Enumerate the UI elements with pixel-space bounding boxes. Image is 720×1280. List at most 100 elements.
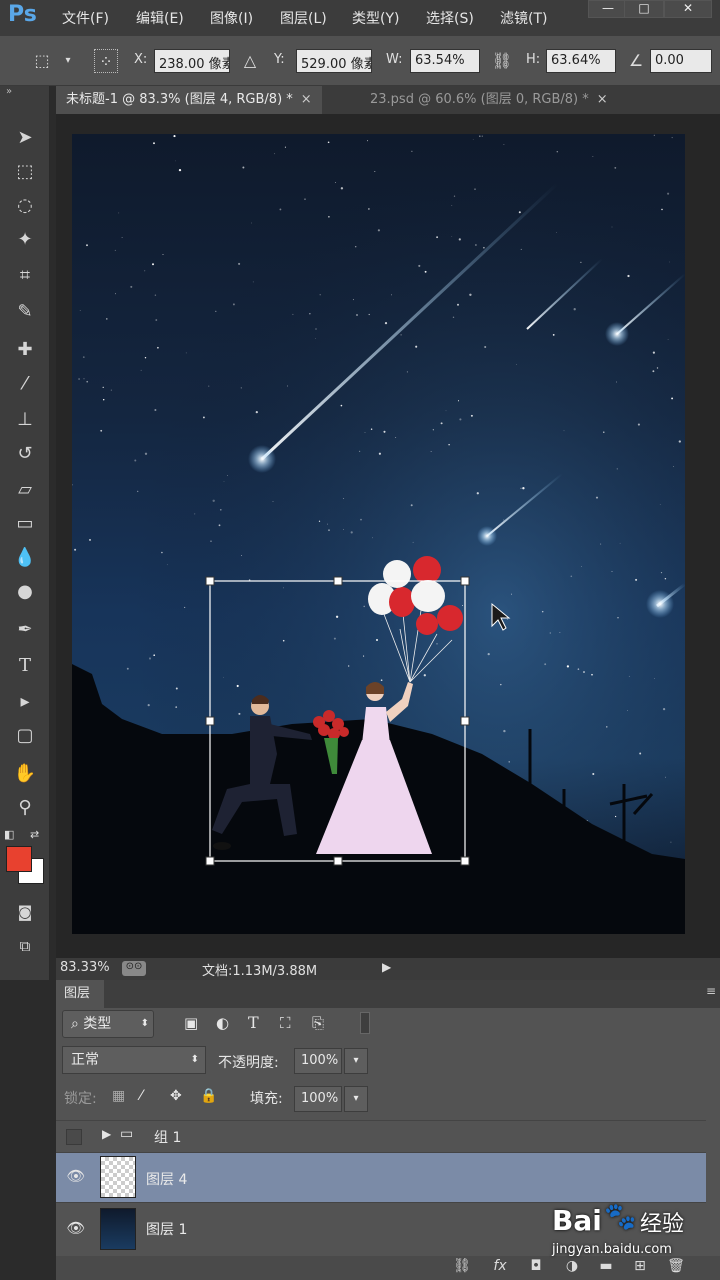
layers-tab[interactable]: 图层 xyxy=(56,980,104,1008)
pixel-filter-icon[interactable]: ▣ xyxy=(184,1014,198,1032)
eraser-icon[interactable]: ▱ xyxy=(10,476,40,504)
hand-tool-icon[interactable]: ✋ xyxy=(10,760,40,788)
history-brush-icon[interactable]: ↺ xyxy=(10,440,40,468)
layer-name[interactable]: 图层 4 xyxy=(146,1169,187,1189)
fill-field[interactable]: 100% xyxy=(294,1086,342,1112)
minimize-button[interactable]: — xyxy=(588,0,628,18)
type-filter-icon[interactable]: T xyxy=(248,1013,259,1032)
layer-name[interactable]: 组 1 xyxy=(154,1127,181,1147)
star xyxy=(520,248,522,250)
star xyxy=(157,346,159,349)
status-menu-arrow-icon[interactable]: ▶ xyxy=(382,960,391,974)
angle-field[interactable]: 0.00 xyxy=(650,49,712,73)
star xyxy=(377,229,380,232)
lock-image-icon[interactable]: ⁄ xyxy=(140,1088,142,1104)
status-options-icon[interactable]: ⊙⊙ xyxy=(122,961,146,976)
star xyxy=(161,551,163,554)
marquee-tool-icon[interactable]: ⬚ xyxy=(10,158,40,186)
menu-type[interactable]: 类型(Y) xyxy=(352,8,399,28)
eyedropper-icon[interactable]: ✎ xyxy=(10,298,40,326)
lasso-tool-icon[interactable]: ◌ xyxy=(10,192,40,220)
transform-handle-top-right xyxy=(460,576,470,586)
blur-tool-icon[interactable]: 💧 xyxy=(10,544,40,572)
star xyxy=(614,167,617,169)
magic-wand-icon[interactable]: ✦ xyxy=(10,226,40,254)
maximize-button[interactable]: □ xyxy=(624,0,664,18)
move-tool-icon[interactable]: ➤ xyxy=(10,124,40,152)
star xyxy=(318,520,321,522)
tab-23-psd[interactable]: 23.psd @ 60.6% (图层 0, RGB/8) * × xyxy=(360,86,618,114)
rectangle-tool-icon[interactable]: ▢ xyxy=(10,722,40,750)
dropdown-arrow-icon[interactable]: ▾ xyxy=(56,49,80,73)
blend-mode-dropdown[interactable]: 正常 ⬍ xyxy=(62,1046,206,1074)
collapse-icon[interactable]: » xyxy=(6,86,12,97)
lock-position-icon[interactable]: ✥ xyxy=(170,1088,182,1104)
default-colors-icon[interactable]: ◧ xyxy=(4,828,14,841)
brush-tool-icon[interactable]: ⁄ xyxy=(10,370,40,398)
add-mask-icon[interactable]: ◘ xyxy=(526,1258,546,1278)
x-field[interactable]: 238.00 像素 xyxy=(154,49,230,73)
adjustment-filter-icon[interactable]: ◐ xyxy=(216,1014,229,1032)
lock-transparent-icon[interactable]: ▦ xyxy=(112,1088,125,1104)
opacity-field[interactable]: 100% xyxy=(294,1048,342,1074)
shape-filter-icon[interactable]: ⛶ xyxy=(280,1014,291,1032)
opacity-dropdown-icon[interactable]: ▾ xyxy=(344,1048,368,1074)
swap-colors-icon[interactable]: ⇄ xyxy=(30,828,39,841)
healing-brush-icon[interactable]: ✚ xyxy=(10,336,40,364)
move-tool-options-icon[interactable]: ⬚ xyxy=(30,49,54,73)
expand-arrow-icon[interactable]: ▶ xyxy=(102,1127,111,1141)
link-icon[interactable]: ⛓ xyxy=(490,49,514,73)
clone-stamp-icon[interactable]: ⊥ xyxy=(10,406,40,434)
reference-point-icon[interactable]: ⁘ xyxy=(94,49,118,73)
star xyxy=(476,492,479,495)
zoom-level[interactable]: 83.33% xyxy=(60,960,110,975)
panel-menu-icon[interactable]: ≡ xyxy=(706,984,716,998)
zoom-tool-icon[interactable]: ⚲ xyxy=(10,794,40,822)
star xyxy=(595,496,599,499)
layer-row-group-1[interactable]: ▶ ▭ 组 1 xyxy=(56,1120,706,1152)
visibility-toggle-off[interactable] xyxy=(66,1129,82,1145)
quick-mask-icon[interactable]: ◙ xyxy=(10,898,40,926)
fill-dropdown-icon[interactable]: ▾ xyxy=(344,1086,368,1112)
menu-filter[interactable]: 滤镜(T) xyxy=(500,8,547,28)
star xyxy=(162,253,164,256)
lock-all-icon[interactable]: 🔒 xyxy=(200,1088,217,1104)
filter-toggle[interactable] xyxy=(360,1012,370,1034)
crop-tool-icon[interactable]: ⌗ xyxy=(10,262,40,290)
menu-file[interactable]: 文件(F) xyxy=(62,8,109,28)
menu-edit[interactable]: 编辑(E) xyxy=(136,8,184,28)
tab-close-icon[interactable]: × xyxy=(597,92,608,107)
star xyxy=(326,523,329,525)
smart-object-filter-icon[interactable]: ⎘ xyxy=(312,1014,324,1032)
foreground-color-swatch[interactable] xyxy=(6,846,32,872)
menu-image[interactable]: 图像(I) xyxy=(210,8,253,28)
paw-logo-icon: 🐾 xyxy=(604,1202,637,1232)
dodge-tool-icon[interactable]: ● xyxy=(10,578,40,606)
path-selection-icon[interactable]: ▸ xyxy=(10,688,40,716)
star xyxy=(272,501,274,502)
pen-tool-icon[interactable]: ✒ xyxy=(10,616,40,644)
tab-untitled-1[interactable]: 未标题-1 @ 83.3% (图层 4, RGB/8) * × xyxy=(56,86,322,114)
star xyxy=(279,208,282,211)
layer-filter-dropdown[interactable]: ⌕ 类型 ⬍ xyxy=(62,1010,154,1038)
link-layers-icon[interactable]: ⛓ xyxy=(452,1258,472,1278)
menu-layer[interactable]: 图层(L) xyxy=(280,8,327,28)
star xyxy=(592,772,595,776)
menu-select[interactable]: 选择(S) xyxy=(426,8,474,28)
tab-close-icon[interactable]: × xyxy=(301,92,312,107)
layer-name[interactable]: 图层 1 xyxy=(146,1219,187,1239)
type-tool-icon[interactable]: T xyxy=(10,652,40,680)
eye-icon[interactable]: 👁 xyxy=(66,1219,86,1239)
eye-icon[interactable]: 👁 xyxy=(66,1167,86,1187)
layer-row-layer-4[interactable]: 👁 图层 4 xyxy=(56,1152,706,1202)
gradient-tool-icon[interactable]: ▭ xyxy=(10,510,40,538)
width-field[interactable]: 63.54% xyxy=(410,49,480,73)
fx-icon[interactable]: fx xyxy=(490,1258,510,1278)
delta-icon[interactable]: △ xyxy=(238,49,262,73)
y-field[interactable]: 529.00 像素 xyxy=(296,49,372,73)
screen-mode-icon[interactable]: ⧉ xyxy=(10,932,40,960)
canvas-area[interactable] xyxy=(56,114,720,958)
height-field[interactable]: 63.64% xyxy=(546,49,616,73)
close-window-button[interactable]: ✕ xyxy=(664,0,712,18)
document-canvas[interactable] xyxy=(72,134,685,934)
